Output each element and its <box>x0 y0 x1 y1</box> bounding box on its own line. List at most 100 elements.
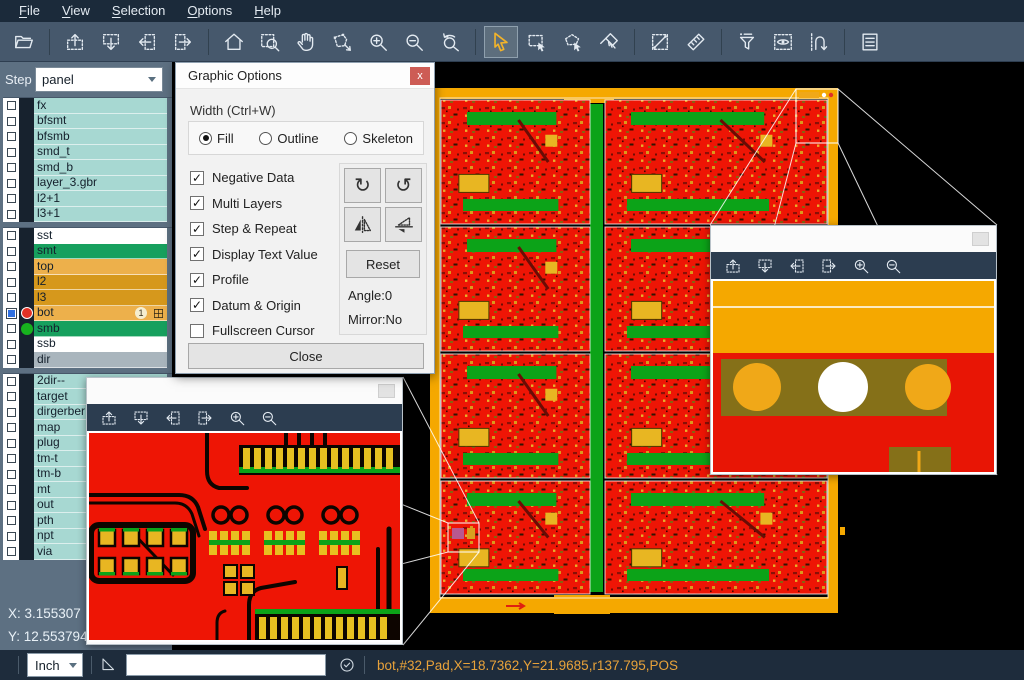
layer-row-sst[interactable]: sst <box>3 228 172 244</box>
layer-visibility-cell[interactable] <box>3 389 19 405</box>
layer-row-l2+1[interactable]: l2+1 <box>3 191 172 207</box>
layer-checkbox[interactable] <box>7 439 16 448</box>
magnifier-title-bar[interactable] <box>87 378 402 404</box>
reset-button[interactable]: Reset <box>346 250 420 278</box>
move-view-right-button[interactable] <box>814 254 844 278</box>
layer-label[interactable]: bfsmt <box>34 114 167 130</box>
report-button[interactable] <box>853 26 887 58</box>
move-view-down-button[interactable] <box>126 406 156 430</box>
menu-options[interactable]: Options <box>176 0 243 22</box>
snap-button[interactable] <box>802 26 836 58</box>
overlay-view-button[interactable] <box>766 26 800 58</box>
zoom-in-button[interactable] <box>361 26 395 58</box>
layer-visibility-cell[interactable] <box>3 529 19 545</box>
layer-visibility-cell[interactable] <box>3 513 19 529</box>
filter-button[interactable] <box>730 26 764 58</box>
radio-fill[interactable]: Fill <box>199 131 234 146</box>
layer-row-smb[interactable]: smb <box>3 321 172 337</box>
layer-checkbox[interactable] <box>7 163 16 172</box>
layer-label[interactable]: l3+1 <box>34 207 167 223</box>
radio-dot[interactable] <box>344 132 357 145</box>
layer-checkbox[interactable] <box>7 132 16 141</box>
radio-dot[interactable] <box>259 132 272 145</box>
layer-row-l3+1[interactable]: l3+1 <box>3 207 172 223</box>
measure-distance-button[interactable] <box>643 26 677 58</box>
layer-visibility-cell[interactable] <box>3 451 19 467</box>
layer-label[interactable]: layer_3.gbr <box>34 176 167 192</box>
layer-visibility-cell[interactable] <box>3 98 19 114</box>
layer-checkbox[interactable] <box>7 117 16 126</box>
dialog-close-button[interactable]: x <box>410 67 430 85</box>
pan-button[interactable] <box>289 26 323 58</box>
layer-label[interactable]: smd_t <box>34 145 167 161</box>
rotate-cw-button[interactable]: ↻ <box>344 168 381 203</box>
layer-checkbox[interactable] <box>7 194 16 203</box>
magnifier-close-button[interactable] <box>972 232 989 246</box>
layer-label[interactable]: bfsmb <box>34 129 167 145</box>
layer-visibility-cell[interactable] <box>3 275 19 291</box>
checkbox-box[interactable]: ✓ <box>190 298 204 312</box>
rotate-ccw-button[interactable]: ↺ <box>385 168 422 203</box>
layer-checkbox[interactable] <box>7 101 16 110</box>
close-button[interactable]: Close <box>188 343 424 369</box>
mirror-v-button[interactable] <box>385 207 422 242</box>
polygon-select-button[interactable] <box>556 26 590 58</box>
layer-checkbox[interactable] <box>7 470 16 479</box>
menu-view[interactable]: View <box>51 0 101 22</box>
layer-row-smd_t[interactable]: smd_t <box>3 145 172 161</box>
checkbox-box[interactable]: ✓ <box>190 247 204 261</box>
open-file-button[interactable] <box>7 26 41 58</box>
layer-row-fx[interactable]: fx <box>3 98 172 114</box>
angle-mode-icon[interactable] <box>100 656 118 674</box>
layer-visibility-cell[interactable] <box>3 290 19 306</box>
layer-checkbox[interactable] <box>7 210 16 219</box>
move-view-left-button[interactable] <box>130 26 164 58</box>
zoom-out-button[interactable] <box>878 254 908 278</box>
home-view-button[interactable] <box>217 26 251 58</box>
layer-checkbox[interactable] <box>7 355 16 364</box>
checkbox-box[interactable]: ✓ <box>190 222 204 236</box>
layer-checkbox[interactable] <box>7 231 16 240</box>
layer-label[interactable]: l2 <box>34 275 167 291</box>
layer-visibility-cell[interactable] <box>3 228 19 244</box>
checkbox-display-text-value[interactable]: ✓Display Text Value <box>190 242 318 268</box>
zoom-polygon-button[interactable] <box>325 26 359 58</box>
layer-label[interactable]: fx <box>34 98 167 114</box>
layer-visibility-cell[interactable] <box>3 352 19 368</box>
zoom-previous-button[interactable] <box>433 26 467 58</box>
menu-help[interactable]: Help <box>243 0 292 22</box>
layer-label[interactable]: l3 <box>34 290 167 306</box>
checkbox-box[interactable]: ✓ <box>190 273 204 287</box>
zoom-out-button[interactable] <box>254 406 284 430</box>
layer-visibility-cell[interactable] <box>3 191 19 207</box>
radio-outline[interactable]: Outline <box>259 131 318 146</box>
layer-visibility-cell[interactable] <box>3 244 19 260</box>
checkbox-profile[interactable]: ✓Profile <box>190 267 318 293</box>
move-view-left-button[interactable] <box>158 406 188 430</box>
move-view-left-button[interactable] <box>782 254 812 278</box>
layer-checkbox[interactable] <box>7 293 16 302</box>
layer-label[interactable]: smb <box>34 321 167 337</box>
zoom-in-button[interactable] <box>222 406 252 430</box>
move-view-up-button[interactable] <box>718 254 748 278</box>
mirror-h-button[interactable] <box>344 207 381 242</box>
checkbox-step-repeat[interactable]: ✓Step & Repeat <box>190 216 318 242</box>
layer-checkbox[interactable] <box>7 278 16 287</box>
layer-checkbox[interactable] <box>7 392 16 401</box>
layer-checkbox[interactable] <box>7 547 16 556</box>
unit-dropdown[interactable]: Inch <box>27 653 83 677</box>
layer-visibility-cell[interactable] <box>3 259 19 275</box>
layer-row-top[interactable]: top <box>3 259 172 275</box>
magnifier-window-left[interactable] <box>86 377 403 645</box>
layer-visibility-cell[interactable] <box>3 467 19 483</box>
layer-checkbox[interactable] <box>7 324 16 333</box>
move-view-right-button[interactable] <box>166 26 200 58</box>
layer-checkbox[interactable] <box>7 247 16 256</box>
layer-visibility-cell[interactable] <box>3 176 19 192</box>
layer-label[interactable]: smt <box>34 244 167 260</box>
layer-checkbox[interactable] <box>7 377 16 386</box>
step-dropdown[interactable]: panel <box>35 67 163 92</box>
rect-select-button[interactable] <box>520 26 554 58</box>
layer-visibility-cell[interactable] <box>3 114 19 130</box>
layer-checkbox[interactable] <box>7 516 16 525</box>
